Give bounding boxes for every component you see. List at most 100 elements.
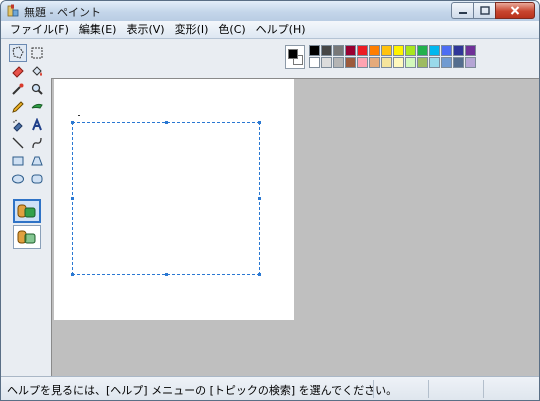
close-button[interactable]: [495, 2, 535, 19]
tool-airbrush[interactable]: [9, 116, 27, 134]
palette-swatch[interactable]: [405, 57, 416, 68]
selection-rectangle[interactable]: [71, 121, 261, 276]
title-bar[interactable]: 無題 - ペイント: [1, 1, 539, 21]
window-title: 無題 - ペイント: [24, 6, 101, 19]
menu-view[interactable]: 表示(V): [121, 21, 169, 38]
canvas-scroll-area[interactable]: [51, 78, 539, 376]
transparent-mode-option[interactable]: [13, 225, 41, 249]
palette-swatch[interactable]: [405, 45, 416, 56]
tool-fill[interactable]: [28, 62, 46, 80]
menu-help[interactable]: ヘルプ(H): [251, 21, 311, 38]
selection-handle[interactable]: [165, 273, 168, 276]
airbrush-icon: [13, 119, 23, 132]
rounded-rect-icon: [31, 174, 43, 184]
status-separator: [373, 380, 374, 398]
ellipse-icon: [12, 174, 24, 184]
palette-swatch[interactable]: [441, 45, 452, 56]
color-palette: [285, 45, 477, 73]
tool-options: [10, 197, 44, 265]
palette-swatch[interactable]: [453, 57, 464, 68]
tool-free-select[interactable]: [9, 44, 27, 62]
palette-swatch[interactable]: [465, 45, 476, 56]
tool-text[interactable]: [28, 116, 46, 134]
palette-swatch[interactable]: [381, 45, 392, 56]
magnifier-icon: [31, 83, 43, 95]
palette-swatch[interactable]: [357, 45, 368, 56]
paint-app-icon: [7, 4, 19, 17]
curve-icon: [32, 137, 42, 149]
foreground-color: [288, 49, 298, 59]
selection-handle[interactable]: [71, 197, 74, 200]
brush-icon: [31, 103, 43, 109]
palette-swatch[interactable]: [369, 57, 380, 68]
line-icon: [12, 137, 24, 149]
maximize-button[interactable]: [473, 2, 495, 19]
toolbox: [6, 41, 48, 375]
palette-swatch[interactable]: [429, 57, 440, 68]
selection-handle[interactable]: [71, 121, 74, 124]
tool-eraser[interactable]: [9, 62, 27, 80]
palette-swatch[interactable]: [309, 57, 320, 68]
palette-swatch[interactable]: [345, 57, 356, 68]
palette-swatch[interactable]: [369, 45, 380, 56]
tool-line[interactable]: [9, 134, 27, 152]
selection-handle[interactable]: [258, 121, 261, 124]
menu-image[interactable]: 変形(I): [170, 21, 214, 38]
menu-edit[interactable]: 編集(E): [74, 21, 122, 38]
selection-handle[interactable]: [258, 273, 261, 276]
tool-rounded-rect[interactable]: [28, 170, 46, 188]
tool-color-picker[interactable]: [9, 80, 27, 98]
tool-pencil[interactable]: [9, 98, 27, 116]
transparent-mode-icon: [17, 230, 36, 244]
work-area: [1, 39, 539, 376]
current-colors[interactable]: [285, 45, 305, 69]
polygon-icon: [31, 156, 43, 166]
palette-swatch[interactable]: [321, 57, 332, 68]
tool-polygon[interactable]: [28, 152, 46, 170]
minimize-icon: [458, 11, 467, 14]
palette-swatch[interactable]: [441, 57, 452, 68]
text-tool-icon: [32, 118, 42, 131]
tool-rect-select[interactable]: [28, 44, 46, 62]
rectangle-icon: [12, 156, 24, 166]
palette-swatch[interactable]: [465, 57, 476, 68]
palette-swatch[interactable]: [393, 45, 404, 56]
palette-swatch[interactable]: [345, 45, 356, 56]
palette-swatch[interactable]: [309, 45, 320, 56]
eraser-icon: [12, 66, 24, 78]
menu-colors[interactable]: 色(C): [213, 21, 250, 38]
status-separator: [483, 380, 484, 398]
fill-bucket-icon: [32, 66, 42, 76]
canvas-dot: [78, 115, 80, 116]
menu-file[interactable]: ファイル(F): [5, 21, 74, 38]
tool-brush[interactable]: [28, 98, 46, 116]
status-separator: [428, 380, 429, 398]
tool-magnifier[interactable]: [28, 80, 46, 98]
selection-handle[interactable]: [258, 197, 261, 200]
opaque-mode-icon: [17, 204, 36, 218]
menu-bar: ファイル(F) 編集(E) 表示(V) 変形(I) 色(C) ヘルプ(H): [1, 21, 539, 39]
status-help-text: ヘルプを見るには、[ヘルプ] メニューの [トピックの検索] を選んでください。: [7, 384, 398, 397]
tool-ellipse[interactable]: [9, 170, 27, 188]
maximize-icon: [479, 6, 490, 15]
palette-swatch[interactable]: [417, 57, 428, 68]
palette-swatch[interactable]: [357, 57, 368, 68]
selection-handle[interactable]: [165, 121, 168, 124]
palette-swatch[interactable]: [381, 57, 392, 68]
palette-swatch[interactable]: [453, 45, 464, 56]
free-select-icon: [12, 46, 24, 59]
palette-swatch[interactable]: [333, 57, 344, 68]
selection-handle[interactable]: [71, 273, 74, 276]
palette-swatch[interactable]: [417, 45, 428, 56]
tool-rectangle[interactable]: [9, 152, 27, 170]
palette-swatch[interactable]: [321, 45, 332, 56]
status-bar: ヘルプを見るには、[ヘルプ] メニューの [トピックの検索] を選んでください。: [1, 376, 539, 400]
minimize-button[interactable]: [451, 2, 473, 19]
palette-swatch[interactable]: [333, 45, 344, 56]
tool-curve[interactable]: [28, 134, 46, 152]
color-picker-icon: [12, 83, 24, 95]
palette-swatch[interactable]: [393, 57, 404, 68]
opaque-mode-option[interactable]: [13, 199, 41, 223]
drawing-canvas[interactable]: [54, 79, 294, 320]
palette-swatch[interactable]: [429, 45, 440, 56]
